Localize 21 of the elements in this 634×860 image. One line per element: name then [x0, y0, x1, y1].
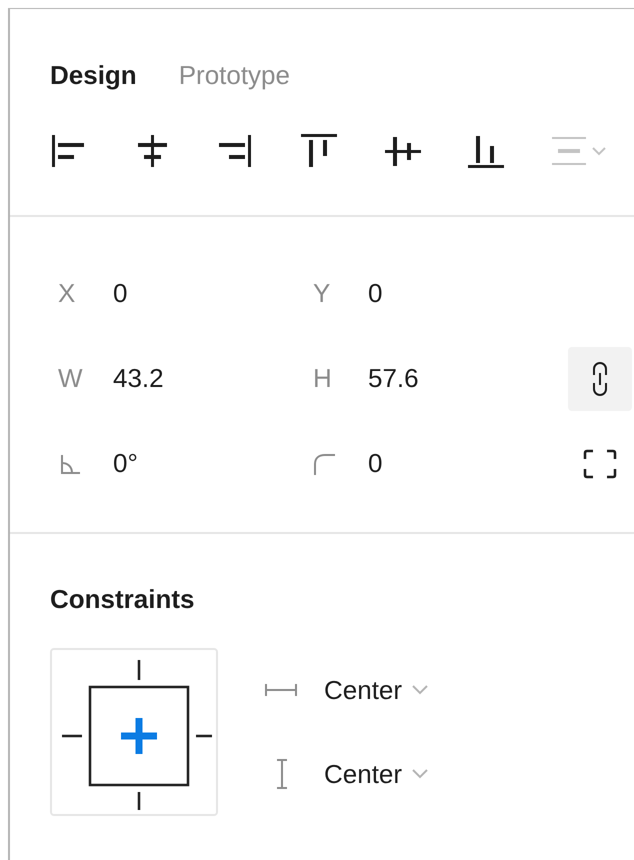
constrain-proportions-button[interactable] [568, 346, 632, 410]
vertical-spacing-icon [276, 759, 288, 789]
chevron-down-icon [412, 685, 428, 695]
field-value[interactable]: 0 [368, 444, 382, 483]
chevron-down-icon [412, 769, 428, 779]
field-value[interactable]: 43.2 [113, 359, 164, 398]
constraint-dropdown[interactable]: Center [264, 752, 428, 796]
field-value[interactable]: 0 [368, 274, 382, 313]
corner-radius-icon [313, 452, 337, 476]
field-value[interactable]: 0° [113, 444, 138, 483]
independent-corners-icon[interactable] [583, 448, 617, 478]
section-title: Constraints [50, 584, 196, 614]
field-label: Y [313, 277, 332, 310]
field-label: W [58, 362, 84, 395]
constraint-dropdown[interactable]: Center [264, 668, 428, 712]
field-value[interactable]: 57.6 [368, 359, 419, 398]
link-icon [590, 360, 610, 396]
field-label: X [58, 277, 76, 310]
panel-tab[interactable]: Design [50, 45, 137, 105]
field-value[interactable]: 0 [113, 274, 128, 313]
field-label: H [313, 362, 333, 395]
